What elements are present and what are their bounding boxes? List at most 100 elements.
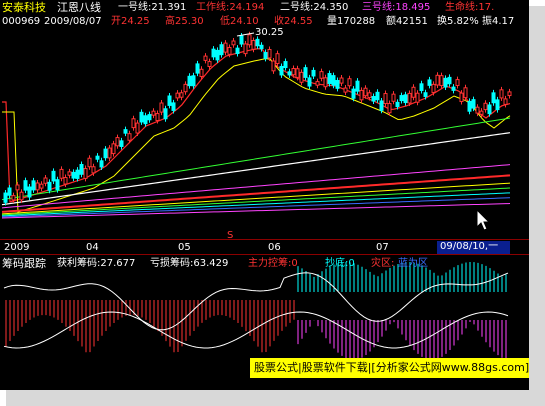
cursor-date-box: 09/08/10,一: [437, 241, 510, 254]
candle-body: [43, 177, 48, 184]
candle-body: [279, 65, 284, 76]
candle-body: [371, 96, 376, 102]
candle-body: [227, 47, 232, 55]
candle-body: [115, 137, 120, 147]
candle-body: [363, 87, 368, 97]
candle-body: [87, 157, 92, 168]
candle-body: [479, 110, 484, 115]
candle-body: [15, 184, 20, 191]
candle-body: [103, 148, 108, 159]
blue-zone-label: 蓝为区: [398, 258, 428, 269]
candle-body: [499, 89, 504, 99]
candle-body: [391, 93, 396, 102]
candle-body: [259, 44, 264, 50]
candle-body: [459, 92, 464, 103]
candle-body: [139, 111, 144, 123]
peak-price-annotation: 30.25: [255, 27, 284, 38]
candle-body: [419, 83, 424, 92]
candle-body: [91, 166, 96, 174]
candle-body: [335, 80, 340, 89]
candle-body: [323, 77, 328, 88]
candle-body: [83, 168, 88, 179]
candle-body: [331, 75, 336, 86]
candle-body: [435, 74, 440, 86]
candle-body: [207, 61, 212, 67]
watermark-banner: 股票公式|股票软件下载|[分析家公式网www.88gs.com]: [250, 358, 529, 378]
candle-body: [439, 75, 444, 87]
candle-body: [239, 35, 244, 45]
sub-indicator-name: 筹码跟踪: [2, 257, 46, 270]
candle-body: [251, 39, 256, 50]
candle-body: [327, 73, 332, 84]
turnover-rate: 换5.82%: [437, 16, 479, 27]
candle-body: [79, 164, 84, 175]
candle-body: [31, 180, 36, 191]
axis-top-divider: [0, 239, 529, 240]
candle-body: [451, 86, 456, 91]
candle-body: [55, 179, 60, 191]
stock-code: 000969: [2, 16, 41, 27]
candle-body: [347, 78, 352, 87]
cursor-date: 09/08/10,一: [440, 241, 499, 252]
sell-signal-marker: S: [227, 230, 234, 241]
candle-body: [295, 68, 300, 78]
candle-body: [303, 67, 308, 78]
candle-body: [467, 100, 472, 112]
candle-body: [99, 160, 104, 168]
candle-body: [39, 183, 44, 189]
x-axis-label-06: 06: [268, 242, 281, 253]
candle-body: [211, 48, 216, 58]
candle-body: [423, 92, 428, 97]
candle-body: [351, 88, 356, 99]
candle-body: [219, 44, 224, 56]
candle-body: [359, 89, 364, 101]
candle-body: [23, 180, 28, 191]
work-line-label: 工作线:24.194: [196, 2, 265, 13]
quote-date: 2009/08/07: [44, 16, 102, 27]
candle-body: [399, 95, 404, 102]
candle-body: [491, 92, 496, 104]
candle-body: [47, 181, 52, 191]
main-force-label: 主力控筹:0: [248, 258, 298, 269]
candle-body: [299, 71, 304, 83]
candle-body: [387, 103, 392, 114]
candle-body: [455, 79, 460, 86]
candle-body: [339, 77, 344, 84]
candle-body: [275, 53, 280, 65]
candle-body: [291, 68, 296, 76]
line-3-label: 三号线:18.495: [362, 2, 431, 13]
candle-body: [383, 93, 388, 105]
candle-body: [415, 92, 420, 103]
axis-bottom-divider: [0, 254, 529, 255]
candle-body: [287, 71, 292, 76]
candle-body: [375, 91, 380, 101]
low-price: 低24.10: [220, 16, 259, 27]
candle-body: [283, 61, 288, 69]
candle-body: [483, 102, 488, 111]
candle-body: [447, 76, 452, 85]
candle-body: [159, 102, 164, 113]
candle-body: [171, 102, 176, 111]
candle-body: [179, 92, 184, 98]
candle-body: [367, 92, 372, 98]
candle-body: [95, 155, 100, 160]
main-chart-canvas[interactable]: [0, 0, 529, 390]
candle-body: [407, 92, 412, 104]
candle-body: [7, 187, 12, 196]
candle-body: [403, 94, 408, 104]
loss-chips-label: 亏损筹码:63.429: [150, 258, 229, 269]
candle-body: [75, 169, 80, 179]
line-1-label: 一号线:21.391: [118, 2, 187, 13]
candle-body: [235, 47, 240, 54]
candle-body: [355, 80, 360, 92]
candle-body: [51, 170, 56, 182]
profit-chips-label: 获利筹码:27.677: [57, 258, 136, 269]
volume: 量170288: [327, 16, 376, 27]
open-price: 开24.25: [111, 16, 150, 27]
candle-body: [27, 186, 32, 198]
stock-name: 安泰科技: [2, 1, 46, 14]
high-price: 高25.30: [165, 16, 204, 27]
candle-body: [195, 63, 200, 74]
candle-body: [243, 43, 248, 55]
candle-body: [487, 104, 492, 115]
